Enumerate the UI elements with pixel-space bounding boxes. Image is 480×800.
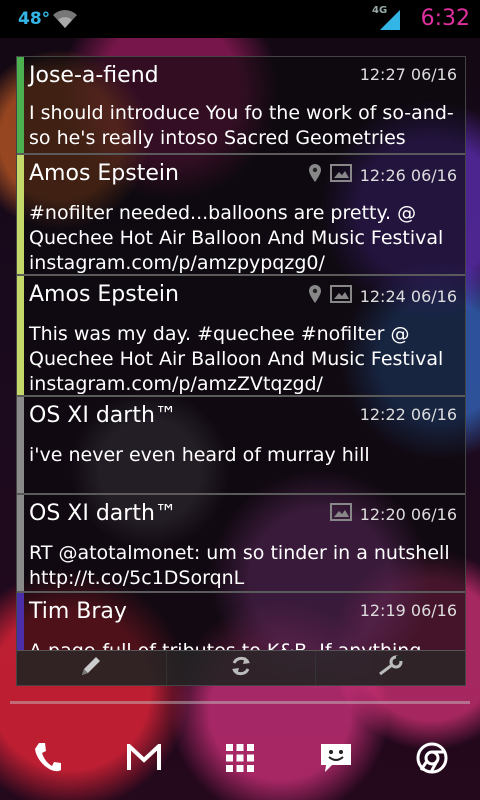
twitter-widget: Jose-a-fiend 12:27 06/16 I should introd… [16, 56, 466, 686]
tweet-author: Tim Bray [29, 599, 127, 624]
tweet-item[interactable]: Amos Epstein 12:26 06/16 #nofilter neede… [17, 155, 465, 276]
status-bar: 48° 4G 6:32 [0, 0, 480, 38]
tweet-timestamp: 12:24 06/16 [359, 286, 457, 306]
tweet-list[interactable]: Jose-a-fiend 12:27 06/16 I should introd… [17, 57, 465, 651]
tweet-accent-bar [17, 155, 24, 274]
tweet-item[interactable]: Amos Epstein 12:24 06/16 This was my day… [17, 276, 465, 397]
refresh-icon [229, 654, 253, 682]
tweet-accent-bar [17, 57, 24, 153]
tweet-accent-bar [17, 397, 24, 493]
tweet-text: This was my day. #quechee #nofilter @ Qu… [29, 323, 444, 395]
tweet-text: I should introduce You fo the work of so… [29, 102, 454, 149]
messaging-app[interactable] [312, 736, 360, 784]
tweet-item[interactable]: Tim Bray 12:19 06/16 A page-full of trib… [17, 593, 465, 651]
tweet-accent-bar [17, 276, 24, 395]
phone-app[interactable] [24, 736, 72, 784]
tweet-author: OS XI darth™ [29, 403, 177, 428]
chrome-icon [416, 742, 448, 778]
tweet-text: i've never even heard of murray hill [29, 444, 370, 466]
image-attachment-icon [329, 503, 352, 525]
location-pin-icon [308, 284, 322, 308]
settings-button[interactable] [316, 651, 465, 685]
clock: 6:32 [420, 6, 470, 31]
tweet-author: OS XI darth™ [29, 501, 177, 526]
settings-wrench-icon [378, 655, 404, 681]
compose-icon [79, 654, 103, 682]
gmail-icon [127, 741, 161, 776]
tweet-meta: 12:20 06/16 [329, 503, 457, 525]
tweet-timestamp: 12:22 06/16 [359, 405, 457, 424]
tweet-text: RT @atotalmonet: um so tinder in a nutsh… [29, 542, 450, 589]
location-pin-icon [308, 163, 322, 187]
tweet-accent-bar [17, 495, 24, 591]
tweet-meta: 12:22 06/16 [360, 405, 457, 424]
app-drawer[interactable] [216, 736, 264, 784]
tweet-meta: 12:24 06/16 [308, 284, 457, 308]
tweet-accent-bar [17, 593, 24, 651]
wifi-icon [52, 8, 78, 34]
tweet-meta: 12:19 06/16 [360, 601, 457, 620]
tweet-timestamp: 12:27 06/16 [359, 65, 457, 84]
gmail-app[interactable] [120, 736, 168, 784]
tweet-text: #nofilter needed...balloons are pretty. … [29, 202, 444, 274]
tweet-timestamp: 12:20 06/16 [359, 504, 457, 524]
tweet-timestamp: 12:26 06/16 [359, 165, 457, 185]
image-attachment-icon [329, 285, 352, 307]
refresh-button[interactable] [167, 651, 317, 685]
signal-icon [378, 8, 402, 36]
tweet-meta: 12:26 06/16 [308, 163, 457, 187]
compose-button[interactable] [17, 651, 167, 685]
tweet-meta: 12:27 06/16 [360, 65, 457, 84]
dock-divider [10, 701, 470, 704]
widget-toolbar [17, 650, 465, 685]
messaging-icon [320, 743, 352, 777]
tweet-author: Jose-a-fiend [29, 63, 159, 88]
app-drawer-icon [225, 743, 255, 777]
phone-icon [33, 741, 63, 779]
home-dock [0, 720, 480, 800]
tweet-author: Amos Epstein [29, 161, 179, 186]
chrome-app[interactable] [408, 736, 456, 784]
tweet-item[interactable]: Jose-a-fiend 12:27 06/16 I should introd… [17, 57, 465, 155]
tweet-item[interactable]: OS XI darth™ 12:22 06/16 i've never even… [17, 397, 465, 495]
tweet-author: Amos Epstein [29, 282, 179, 307]
tweet-item[interactable]: OS XI darth™ 12:20 06/16 RT @atotalmonet… [17, 495, 465, 593]
image-attachment-icon [329, 164, 352, 186]
tweet-timestamp: 12:19 06/16 [359, 601, 457, 620]
temperature-indicator: 48° [18, 9, 51, 29]
